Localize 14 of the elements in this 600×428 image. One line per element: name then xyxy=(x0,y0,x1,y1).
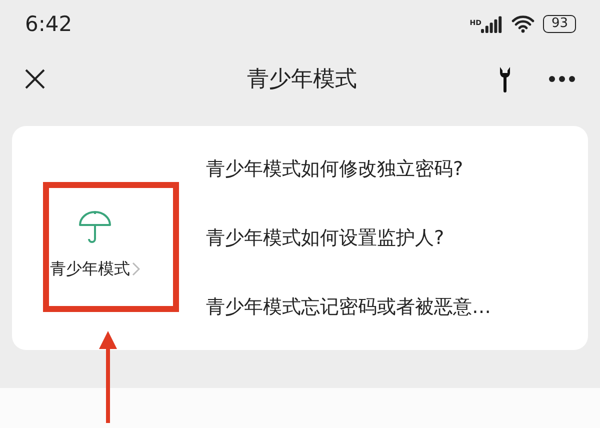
close-icon xyxy=(24,68,46,90)
page-title: 青少年模式 xyxy=(246,66,358,94)
question-link[interactable]: 青少年模式忘记密码或者被恶意… xyxy=(206,294,588,320)
chevron-icon xyxy=(132,262,140,276)
question-link[interactable]: 青少年模式如何修改独立密码? xyxy=(206,156,588,182)
status-time: 6:42 xyxy=(25,12,72,36)
battery-indicator: 93 xyxy=(543,15,576,33)
signal-icon xyxy=(481,15,504,33)
question-link[interactable]: 青少年模式如何设置监护人? xyxy=(206,224,588,251)
wifi-icon xyxy=(511,15,536,33)
wrench-icon xyxy=(498,65,512,93)
more-icon xyxy=(548,75,576,83)
teen-mode-entry[interactable]: 青少年模式 xyxy=(12,126,178,350)
umbrella-icon xyxy=(77,210,113,244)
